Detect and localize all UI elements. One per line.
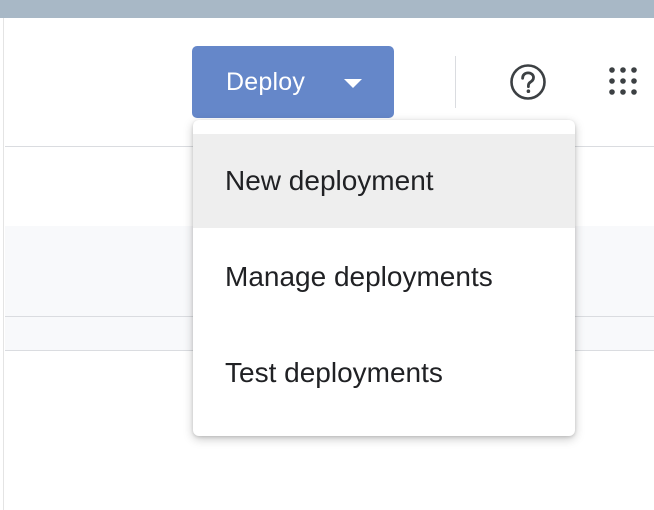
left-border (0, 18, 4, 510)
apps-grid-icon (609, 67, 637, 95)
chevron-down-icon (344, 79, 362, 88)
deploy-button[interactable]: Deploy (192, 46, 394, 118)
toolbar-separator (455, 56, 456, 108)
menu-item-new-deployment[interactable]: New deployment (193, 134, 575, 228)
menu-item-manage-deployments[interactable]: Manage deployments (193, 230, 575, 324)
apps-button[interactable] (604, 64, 644, 104)
deploy-button-label: Deploy (226, 68, 306, 96)
menu-item-test-deployments[interactable]: Test deployments (193, 326, 575, 420)
help-circle-icon (510, 64, 546, 100)
app-window: Deploy New deployment Manage deployments… (0, 0, 654, 510)
menu-item-label: Manage deployments (225, 261, 493, 292)
menu-item-label: New deployment (225, 165, 434, 196)
top-header-strip (0, 0, 654, 18)
menu-item-label: Test deployments (225, 357, 443, 388)
deploy-dropdown-menu: New deployment Manage deployments Test d… (193, 120, 575, 436)
help-button[interactable] (508, 62, 548, 102)
